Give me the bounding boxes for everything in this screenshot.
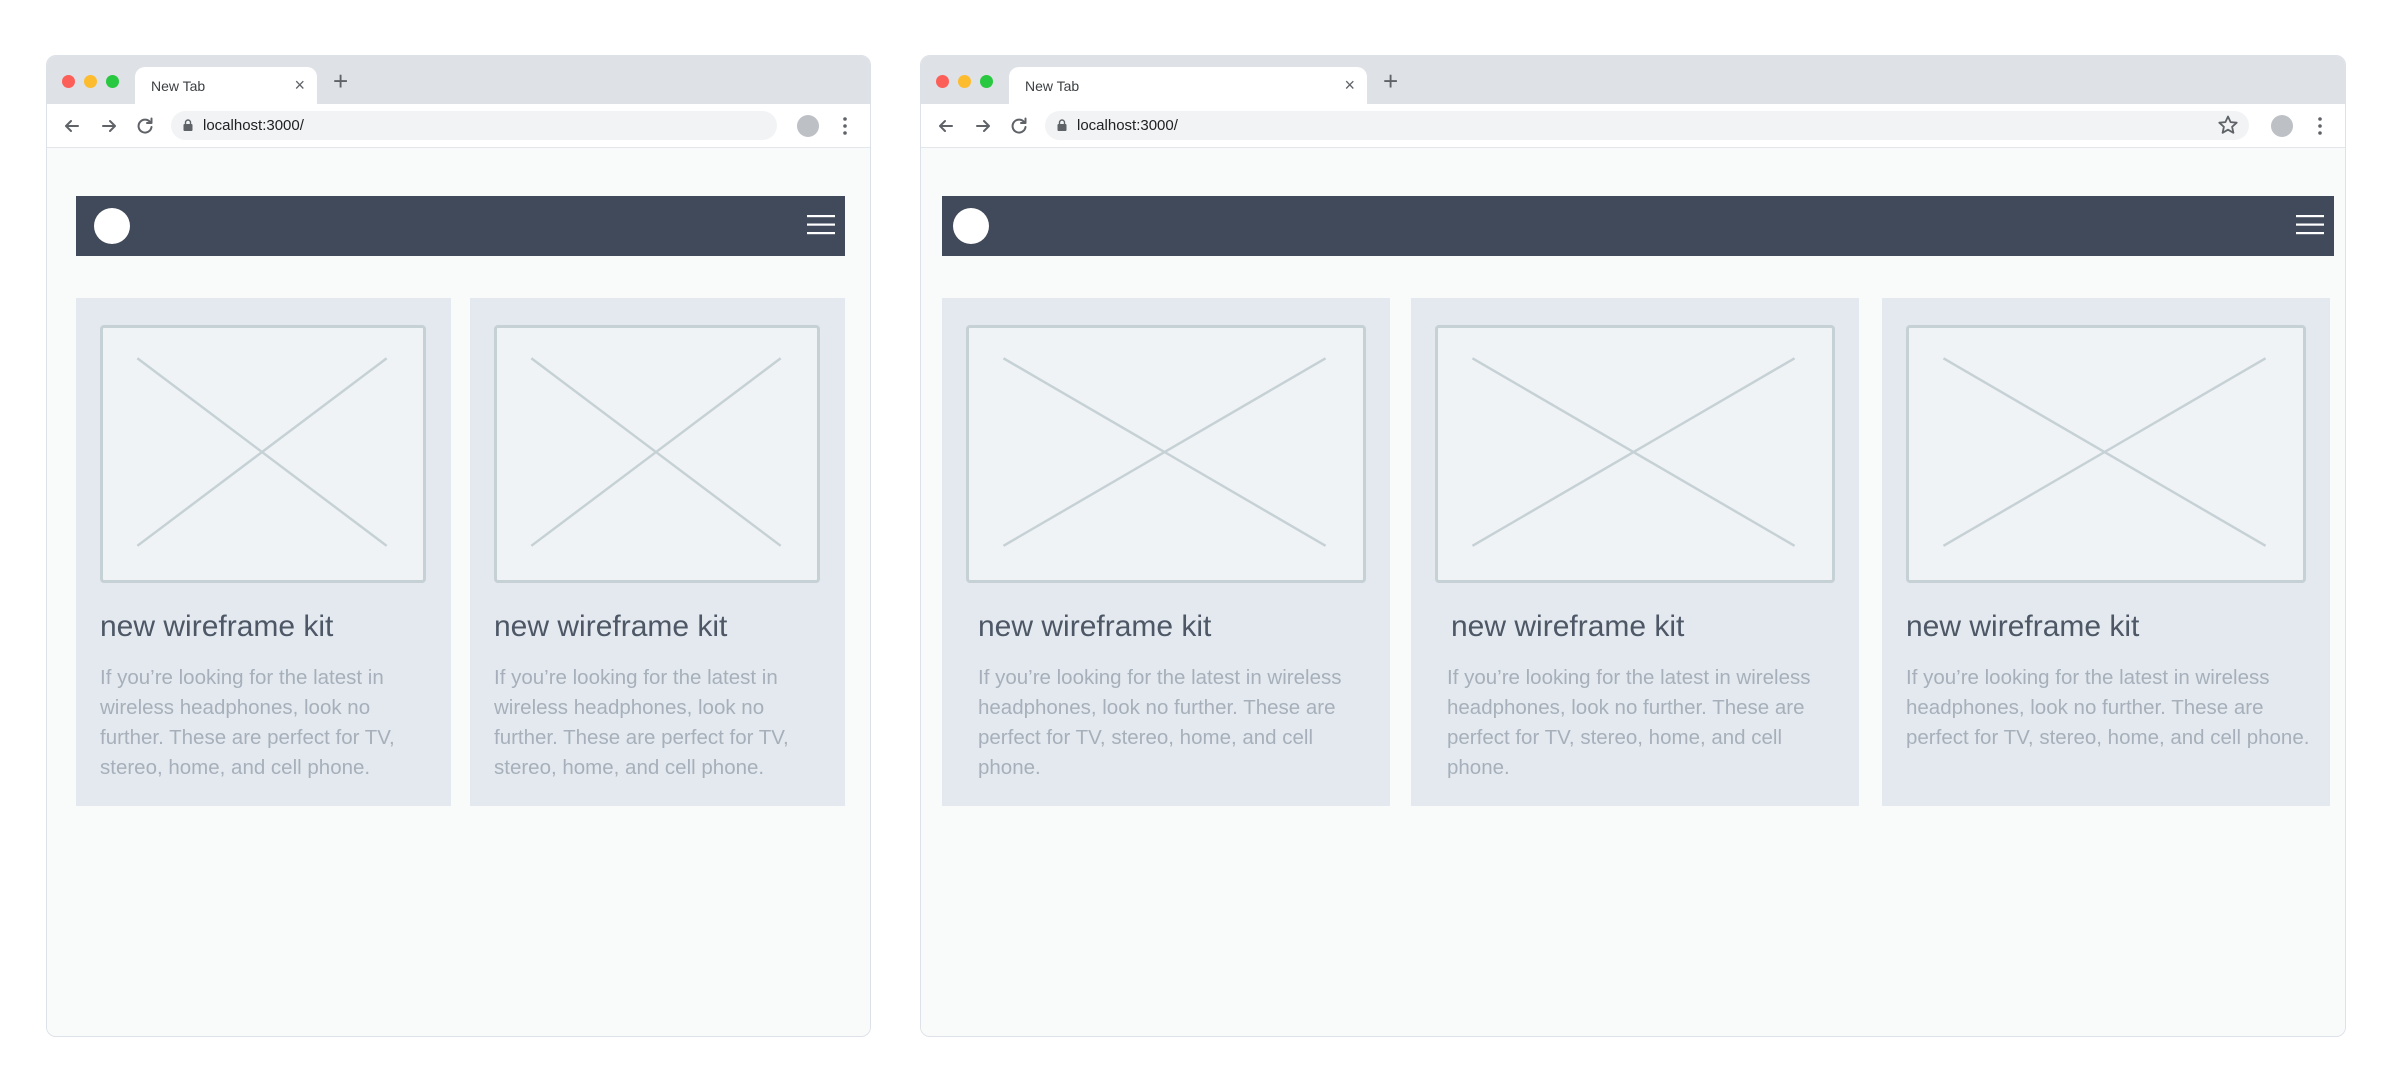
product-card[interactable]: new wireframe kit If you’re looking for … (942, 298, 1390, 806)
url-text: localhost:3000/ (203, 117, 304, 134)
card-description: If you’re looking for the latest in wire… (100, 666, 395, 779)
reload-icon[interactable] (134, 115, 156, 137)
lock-icon (183, 119, 193, 131)
card-title: new wireframe kit (1906, 610, 2140, 643)
card-title: new wireframe kit (100, 610, 334, 643)
card-description: If you’re looking for the latest in wire… (1447, 666, 1811, 779)
hamburger-icon[interactable] (2296, 211, 2324, 239)
browser-toolbar: localhost:3000/ (47, 104, 870, 148)
tab-close-icon[interactable]: × (294, 75, 305, 95)
tab-close-icon[interactable]: × (1344, 75, 1355, 95)
arrow-right-icon[interactable] (972, 115, 994, 137)
lock-icon (1057, 119, 1067, 131)
page-viewport: new wireframe kit If you’re looking for … (921, 148, 2345, 1036)
tab-strip: New Tab × + (921, 56, 2345, 104)
product-card[interactable]: new wireframe kit If you’re looking for … (1411, 298, 1859, 806)
image-placeholder-icon (1435, 325, 1835, 583)
address-bar[interactable]: localhost:3000/ (1045, 111, 2249, 140)
browser-toolbar: localhost:3000/ (921, 104, 2345, 148)
tab-new-tab[interactable]: New Tab × (1009, 67, 1367, 104)
vertical-dots-icon[interactable] (843, 116, 847, 136)
circle-logo-icon[interactable] (94, 208, 130, 244)
address-bar[interactable]: localhost:3000/ (171, 111, 777, 140)
card-title: new wireframe kit (494, 610, 728, 643)
card-description: If you’re looking for the latest in wire… (494, 666, 789, 779)
hamburger-icon[interactable] (807, 211, 835, 239)
tab-title: New Tab (151, 78, 206, 94)
image-placeholder-icon (100, 325, 426, 583)
profile-avatar-icon[interactable] (797, 115, 819, 137)
site-header (942, 196, 2334, 256)
arrow-left-icon[interactable] (61, 115, 83, 137)
image-placeholder-icon (1906, 325, 2306, 583)
card-description: If you’re looking for the latest in wire… (1906, 666, 2310, 749)
minimize-window-icon[interactable] (84, 75, 97, 88)
product-card[interactable]: new wireframe kit If you’re looking for … (470, 298, 845, 806)
profile-avatar-icon[interactable] (2271, 115, 2293, 137)
new-tab-button[interactable]: + (1383, 68, 1398, 94)
image-placeholder-icon (494, 325, 820, 583)
vertical-dots-icon[interactable] (2318, 116, 2322, 136)
new-tab-button[interactable]: + (333, 68, 348, 94)
product-card[interactable]: new wireframe kit If you’re looking for … (1882, 298, 2330, 806)
browser-window-narrow: New Tab × + localhost:3000/ new wirefram… (46, 55, 871, 1037)
arrow-left-icon[interactable] (935, 115, 957, 137)
card-title: new wireframe kit (978, 610, 1212, 643)
site-header (76, 196, 845, 256)
page-viewport: new wireframe kit If you’re looking for … (47, 148, 870, 1036)
maximize-window-icon[interactable] (106, 75, 119, 88)
circle-logo-icon[interactable] (953, 208, 989, 244)
card-title: new wireframe kit (1451, 610, 1685, 643)
tab-strip: New Tab × + (47, 56, 870, 104)
tab-new-tab[interactable]: New Tab × (135, 67, 317, 104)
close-window-icon[interactable] (936, 75, 949, 88)
star-icon[interactable] (2217, 114, 2239, 136)
reload-icon[interactable] (1008, 115, 1030, 137)
arrow-right-icon[interactable] (98, 115, 120, 137)
url-text: localhost:3000/ (1077, 117, 1178, 134)
browser-window-wide: New Tab × + localhost:3000/ new wirefram… (920, 55, 2346, 1037)
card-description: If you’re looking for the latest in wire… (978, 666, 1342, 779)
maximize-window-icon[interactable] (980, 75, 993, 88)
product-card[interactable]: new wireframe kit If you’re looking for … (76, 298, 451, 806)
minimize-window-icon[interactable] (958, 75, 971, 88)
close-window-icon[interactable] (62, 75, 75, 88)
image-placeholder-icon (966, 325, 1366, 583)
tab-title: New Tab (1025, 78, 1080, 94)
